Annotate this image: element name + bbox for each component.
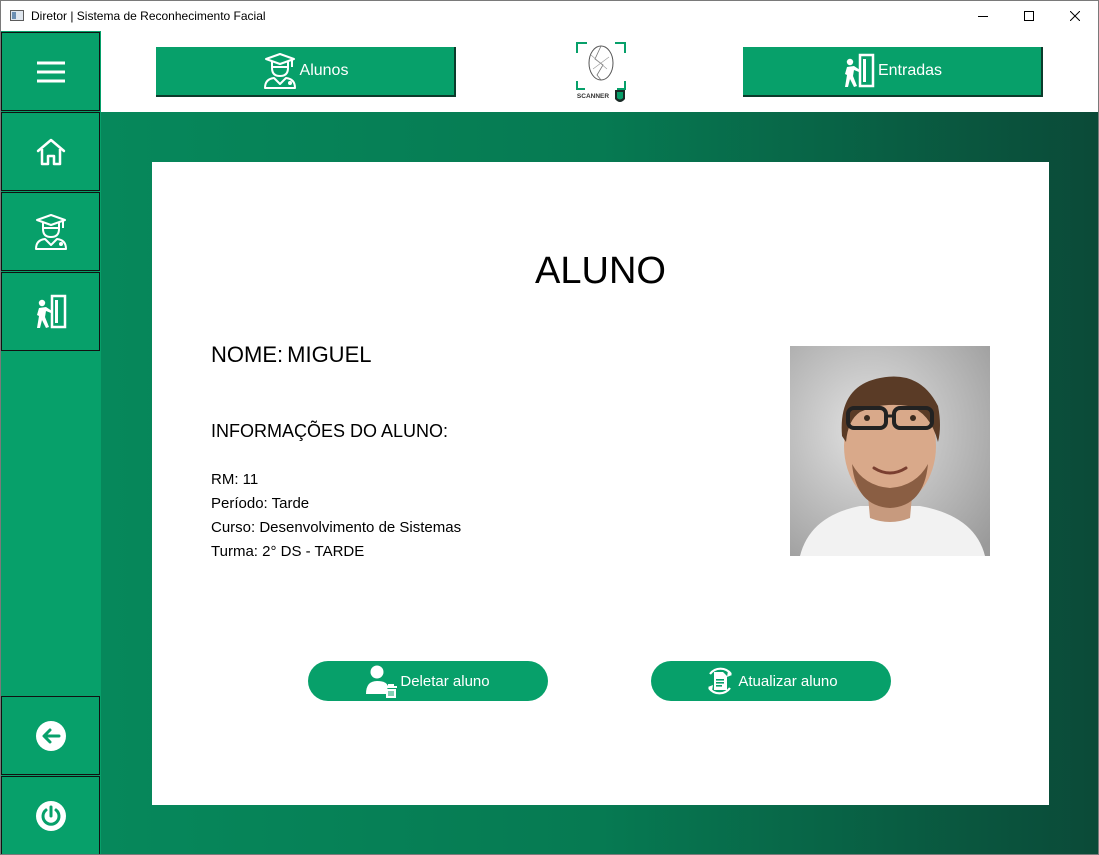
sidebar-item-home[interactable] — [1, 112, 100, 191]
page-title: ALUNO — [535, 250, 666, 292]
delete-user-icon — [366, 665, 398, 698]
close-button[interactable] — [1052, 1, 1098, 31]
sidebar-power-button[interactable] — [1, 776, 100, 854]
entry-door-icon — [844, 53, 875, 88]
sidebar-menu-button[interactable] — [1, 32, 100, 111]
student-info-heading: INFORMAÇÕES DO ALUNO: — [211, 421, 449, 441]
student-turma: Turma: 2° DS - TARDE — [211, 543, 365, 560]
app-window: Diretor | Sistema de Reconhecimento Faci… — [0, 0, 1099, 855]
sidebar — [1, 31, 101, 854]
student-name-value: MIGUEL — [287, 342, 372, 367]
maximize-icon — [1024, 11, 1034, 21]
student-periodo: Período: Tarde — [211, 495, 310, 512]
power-icon — [35, 800, 66, 831]
student-photo — [790, 346, 990, 556]
student-name-row: NOME: MIGUEL — [211, 342, 371, 368]
sidebar-back-button[interactable] — [1, 696, 100, 775]
logo-text: SCANNER — [577, 93, 609, 100]
update-student-button[interactable]: Atualizar aluno — [651, 661, 891, 701]
entry-door-icon — [36, 294, 66, 328]
sidebar-item-alunos[interactable] — [1, 192, 100, 271]
delete-student-label: Deletar aluno — [400, 672, 490, 690]
student-icon — [34, 213, 67, 250]
close-icon — [1070, 11, 1080, 21]
back-arrow-icon — [35, 720, 66, 751]
entradas-nav-button[interactable]: Entradas — [743, 47, 1043, 97]
alunos-nav-label: Alunos — [299, 62, 349, 79]
scanner-logo: SCANNER — [576, 42, 626, 102]
home-icon — [36, 138, 65, 165]
update-student-label: Atualizar aluno — [738, 672, 838, 690]
student-curso: Curso: Desenvolvimento de Sistemas — [211, 519, 462, 536]
student-portrait-image — [790, 346, 990, 556]
sidebar-item-entradas[interactable] — [1, 272, 100, 351]
top-navigation: Alunos SCANNER Entradas — [101, 31, 1098, 112]
maximize-button[interactable] — [1006, 1, 1052, 31]
title-bar: Diretor | Sistema de Reconhecimento Faci… — [1, 1, 1098, 31]
student-rm: RM: 11 — [211, 471, 259, 488]
alunos-nav-button[interactable]: Alunos — [156, 47, 456, 97]
delete-student-button[interactable]: Deletar aluno — [308, 661, 548, 701]
minimize-icon — [978, 16, 988, 17]
window-title: Diretor | Sistema de Reconhecimento Faci… — [31, 9, 266, 23]
app-window-icon — [10, 10, 24, 21]
menu-icon — [36, 61, 65, 82]
minimize-button[interactable] — [960, 1, 1006, 31]
student-icon — [263, 53, 296, 89]
refresh-document-icon — [708, 667, 733, 695]
student-card: ALUNO NOME: MIGUEL INFORMAÇÕES DO ALUNO: … — [152, 162, 1049, 805]
student-info-list: RM: 11 Período: Tarde Curso: Desenvolvim… — [211, 468, 461, 564]
entradas-nav-label: Entradas — [877, 62, 943, 79]
student-name-label: NOME: — [211, 342, 284, 367]
